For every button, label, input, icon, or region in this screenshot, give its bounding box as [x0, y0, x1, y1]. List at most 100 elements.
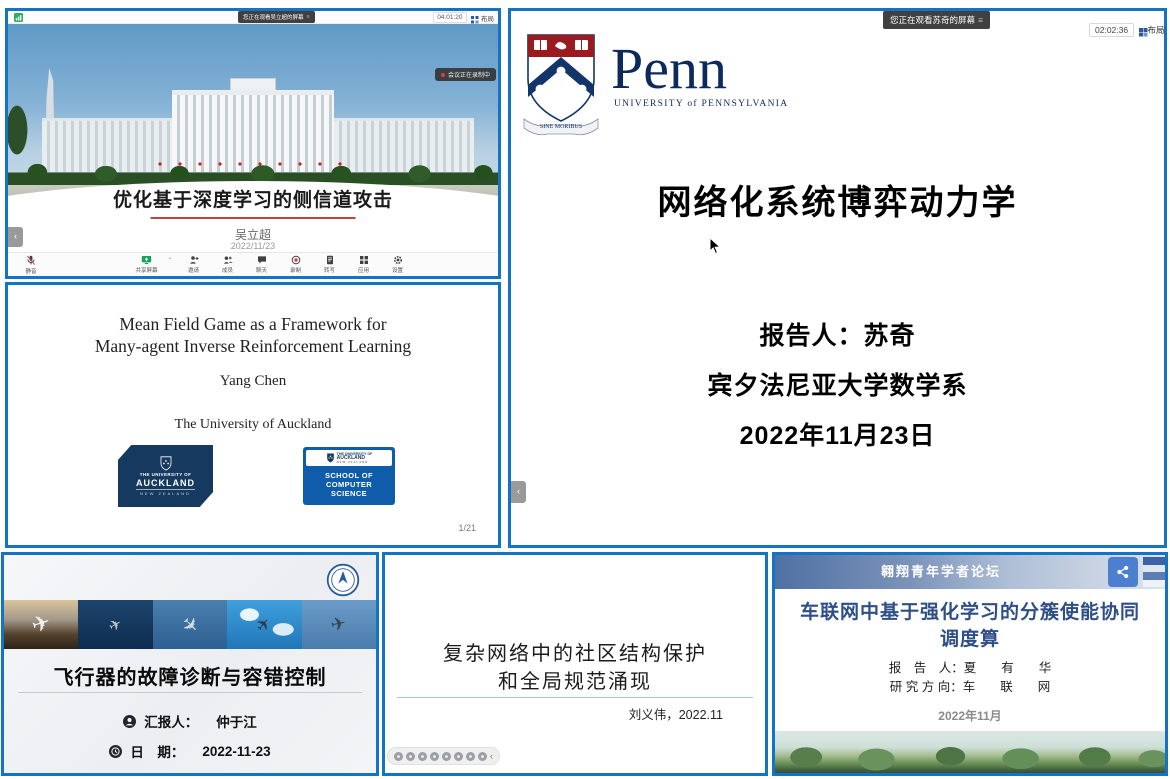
- transport-plane-photo: ✈: [302, 600, 376, 649]
- meeting-control-bar: 静音 共享屏幕 ⌃ 邀请 成员 聊天: [8, 252, 498, 276]
- penn-shield-logo: SINE MORIBUS: [519, 31, 603, 137]
- mic-control[interactable]: 静音: [16, 255, 46, 275]
- meeting-window-penn[interactable]: 您正在观看苏奇的屏幕 ≡ 02:02:36 布局 SINE MORIBUS Pe…: [508, 8, 1167, 548]
- layout-button[interactable]: 布局: [1139, 24, 1167, 36]
- watching-banner[interactable]: 您正在观看苏奇的屏幕 ≡: [883, 11, 990, 29]
- auckland-crest-icon: [326, 453, 335, 463]
- slide-date: 2022年11月: [775, 707, 1165, 724]
- slide-author: 刘义伟，2022.11: [629, 704, 723, 723]
- chevron-left-icon: ‹: [14, 231, 17, 241]
- school-of-computer-science-logo: THE UNIVERSITY OF AUCKLAND NEW ZEALAND S…: [303, 447, 395, 505]
- apps-grid-icon: [359, 255, 369, 265]
- airliner-photo: ✈: [4, 600, 78, 649]
- screen-tool-icon[interactable]: [454, 752, 463, 761]
- date-row: 日 期： 2022-11-23: [4, 741, 376, 761]
- banner-menu-icon[interactable]: ≡: [307, 14, 310, 20]
- members-button[interactable]: 成员: [215, 255, 241, 274]
- record-dot-icon: [441, 73, 445, 77]
- stealth-drone-photo: ✈: [153, 600, 227, 649]
- title-underline: [151, 217, 356, 219]
- layout-button-label: 布局: [481, 13, 494, 23]
- forum-title: 翱翔青年学者论坛: [775, 555, 1107, 589]
- auckland-crest-icon: [159, 456, 173, 471]
- slide-window-vehicular-network[interactable]: 翱翔青年学者论坛 车联网中基于强化学习的分簇使能协同 调度算 报 告 人：夏 有…: [772, 552, 1168, 776]
- share-screen-button[interactable]: 共享屏幕: [133, 255, 159, 274]
- collapse-tab[interactable]: ‹: [8, 227, 23, 247]
- chevron-left-icon: ‹: [517, 486, 520, 496]
- transcribe-button[interactable]: 转写: [317, 255, 343, 274]
- slide-department: 宾夕法尼亚大学数学系: [511, 366, 1164, 402]
- climbing-jet-photo: ✈: [227, 600, 301, 649]
- penn-subtitle: UNIVERSITY of PENNSYLVANIA: [614, 99, 788, 109]
- control-label: 设置: [392, 266, 403, 274]
- date-label: 日 期：: [130, 741, 184, 761]
- settings-button[interactable]: 设置: [385, 255, 411, 274]
- share-button[interactable]: [1108, 557, 1138, 587]
- watching-banner-text: 您正在观看苏奇的屏幕: [890, 14, 975, 26]
- logo-text: THE UNIVERSITY OF: [140, 472, 191, 477]
- header-stripe-decoration: [1143, 557, 1165, 587]
- slide-title-line2: 和全局规范涌现: [385, 665, 765, 694]
- slide-window-aircraft[interactable]: ✈ ✈ ✈ ✈ ✈ 飞行器的故障诊断与容错控制 汇报人： 仲于江 日 期： 20…: [1, 552, 379, 776]
- presenter-label: 汇报人：: [144, 711, 198, 731]
- control-label: 聊天: [256, 266, 267, 274]
- fullscreen-tool-icon[interactable]: [430, 752, 439, 761]
- title-underline: [18, 692, 362, 693]
- logo-text: NEW ZEALAND: [140, 491, 191, 496]
- slide-window-complex-networks[interactable]: 复杂网络中的社区结构保护 和全局规范涌现 刘义伟，2022.11 ‹: [382, 552, 768, 776]
- more-tool-icon[interactable]: [478, 752, 487, 761]
- annotation-toolbar[interactable]: ‹: [387, 747, 500, 765]
- gear-icon: [393, 255, 403, 265]
- collapse-tab[interactable]: ‹: [511, 481, 526, 503]
- layout-button-label: 布局: [1148, 24, 1165, 36]
- slide-title-line2: 调度算: [775, 624, 1165, 651]
- pen-tool-icon[interactable]: [418, 752, 427, 761]
- slide-author: Yang Chen: [8, 373, 498, 390]
- airplane-icon: ✈: [106, 614, 126, 636]
- slide-photo-campus: [8, 24, 498, 201]
- presenter-name: 夏 有 华: [964, 661, 1052, 675]
- comment-tool-icon[interactable]: [466, 752, 475, 761]
- chat-button[interactable]: 聊天: [249, 255, 275, 274]
- presenter-name: 仲于江: [216, 711, 257, 731]
- slide-date: 2022/11/23: [8, 241, 498, 251]
- presenter-row: 汇报人： 仲于江: [4, 711, 376, 731]
- layout-button[interactable]: 布局: [471, 13, 495, 23]
- page-number: 1/21: [458, 523, 476, 533]
- logo-text: NEW ZEALAND: [337, 460, 373, 464]
- meeting-window-side-channel[interactable]: 04:01:20 布局 您正在观看吴立超的屏幕 ≡ 会议正在录制中 ‹ 优化基于…: [5, 8, 501, 279]
- camera-tool-icon[interactable]: [442, 752, 451, 761]
- banner-menu-icon[interactable]: ≡: [978, 15, 983, 25]
- campus-landscape-photo: [775, 731, 1165, 773]
- presenter-row: 报 告 人：夏 有 华: [775, 657, 1165, 676]
- share-icon: [1114, 563, 1132, 581]
- caret-up-icon[interactable]: ⌃: [167, 257, 172, 264]
- connection-quality-icon: [14, 13, 23, 22]
- slide-title: 网络化系统博弈动力学: [511, 175, 1164, 224]
- laser-tool-icon[interactable]: [406, 752, 415, 761]
- penn-wordmark: Penn: [611, 35, 727, 102]
- person-icon: [123, 715, 136, 728]
- record-icon: [291, 255, 301, 265]
- control-label: 转写: [324, 266, 335, 274]
- record-button[interactable]: 录制: [283, 255, 309, 274]
- watching-banner-text: 您正在观看吴立超的屏幕: [243, 13, 304, 21]
- slide-title-line2: Many-agent Inverse Reinforcement Learnin…: [8, 335, 498, 357]
- control-label: 录制: [290, 266, 301, 274]
- watching-banner[interactable]: 您正在观看吴立超的屏幕 ≡: [238, 11, 315, 23]
- notification-text: 会议正在录制中: [448, 70, 490, 79]
- control-label: 共享屏幕: [135, 266, 157, 274]
- presenter-label: 报 告 人：: [889, 661, 964, 675]
- slide-title-line1: Mean Field Game as a Framework for: [8, 313, 498, 335]
- share-screen-icon: [141, 255, 152, 265]
- slide-title: 优化基于深度学习的侧信道攻击: [8, 185, 498, 212]
- nuaa-logo: [326, 563, 360, 597]
- slide-title-line1: 复杂网络中的社区结构保护: [385, 637, 765, 666]
- apps-button[interactable]: 应用: [351, 255, 377, 274]
- control-label: 应用: [358, 266, 369, 274]
- collapse-toolbar-icon[interactable]: ‹: [490, 752, 493, 761]
- recording-notification[interactable]: 会议正在录制中: [435, 68, 496, 81]
- invite-button[interactable]: 邀请: [181, 255, 207, 274]
- slide-window-mean-field-game[interactable]: Mean Field Game as a Framework for Many-…: [5, 282, 501, 548]
- cursor-tool-icon[interactable]: [394, 752, 403, 761]
